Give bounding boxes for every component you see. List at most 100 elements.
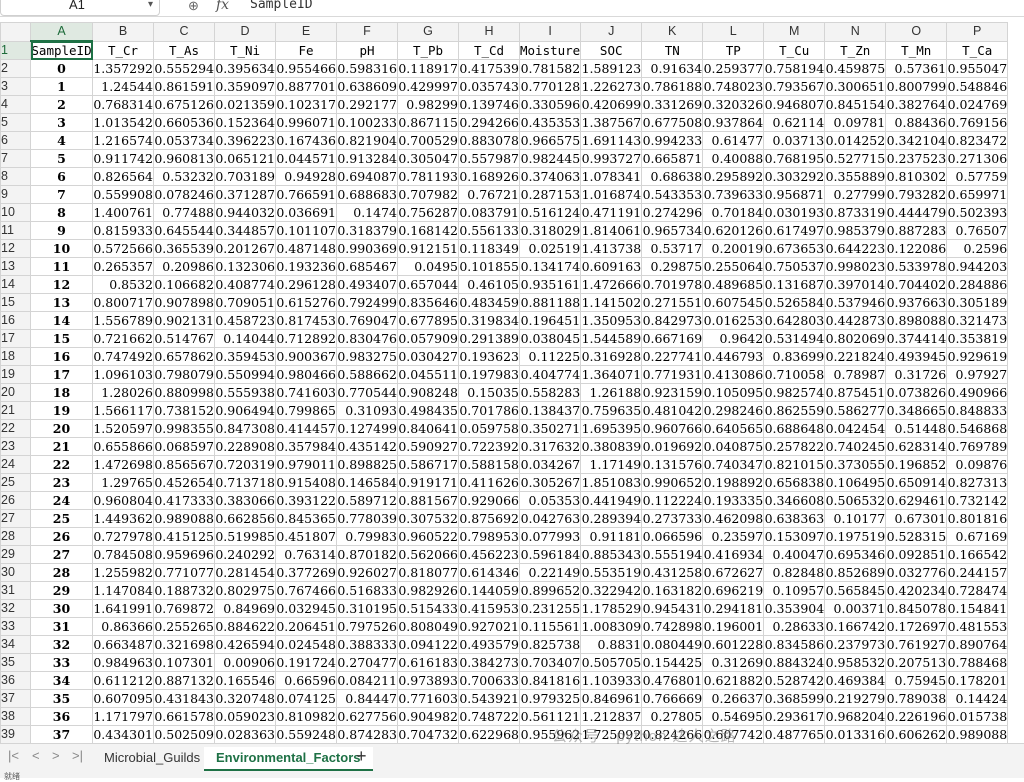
data-cell[interactable]: 0.420234	[885, 581, 948, 600]
data-cell[interactable]: 0.115561	[518, 617, 582, 636]
data-cell[interactable]: 0.481042	[641, 401, 704, 420]
sample-id-cell[interactable]: 37	[30, 725, 93, 743]
data-cell[interactable]: 0.118349	[458, 239, 520, 258]
data-cell[interactable]: 0.505705	[580, 653, 643, 672]
data-cell[interactable]: 1.212837	[580, 707, 643, 726]
data-cell[interactable]: 0.898088	[885, 311, 948, 330]
data-cell[interactable]: 0.483459	[458, 293, 520, 312]
data-cell[interactable]: 0.469384	[824, 671, 887, 690]
data-cell[interactable]: 0.426594	[214, 635, 276, 654]
data-cell[interactable]: 0.289394	[580, 509, 643, 528]
data-cell[interactable]: 0.021359	[214, 95, 276, 114]
data-cell[interactable]: 0.331269	[641, 95, 704, 114]
data-cell[interactable]: 0.701786	[458, 401, 520, 420]
data-cell[interactable]: 0.382764	[885, 95, 948, 114]
tab-microbial-guilds[interactable]: Microbial_Guilds	[92, 747, 212, 769]
sample-id-cell[interactable]: 36	[30, 707, 93, 726]
data-cell[interactable]: 0.531494	[763, 329, 826, 348]
data-cell[interactable]: 0.713718	[214, 473, 276, 492]
data-cell[interactable]: 0.03713	[763, 131, 826, 150]
data-cell[interactable]: 0.134174	[518, 257, 582, 276]
data-cell[interactable]: 0.373055	[824, 455, 887, 474]
data-cell[interactable]: 0.873319	[824, 203, 887, 222]
data-cell[interactable]: 0.620126	[702, 221, 765, 240]
data-cell[interactable]: 0.959696	[153, 545, 215, 564]
data-cell[interactable]: 0.546868	[946, 419, 1009, 438]
data-cell[interactable]: 0.292177	[336, 95, 398, 114]
data-cell[interactable]: 0.68638	[641, 167, 704, 186]
sample-id-cell[interactable]: 2	[30, 95, 93, 114]
data-cell[interactable]: 0.862559	[763, 401, 826, 420]
data-cell[interactable]: 0.122086	[885, 239, 948, 258]
data-cell[interactable]: 0.092851	[885, 545, 948, 564]
data-cell[interactable]: 0.516833	[336, 581, 398, 600]
data-cell[interactable]: 0.429997	[397, 77, 459, 96]
data-cell[interactable]: 1.449362	[92, 509, 154, 528]
data-cell[interactable]: 0.966575	[518, 131, 582, 150]
data-cell[interactable]: 0.841816	[518, 671, 582, 690]
zoom-icon[interactable]: ⊕	[188, 0, 199, 14]
data-cell[interactable]: 0.704732	[397, 725, 459, 743]
data-cell[interactable]: 1.016874	[580, 185, 643, 204]
data-cell[interactable]: 0.451807	[275, 527, 337, 546]
sample-id-cell[interactable]: 33	[30, 653, 93, 672]
data-cell[interactable]: 0.083791	[458, 203, 520, 222]
data-cell[interactable]: 0.802069	[824, 329, 887, 348]
data-cell[interactable]: 0.650914	[885, 473, 948, 492]
data-cell[interactable]: 0.998355	[153, 419, 215, 438]
data-cell[interactable]: 0.294181	[702, 599, 765, 618]
data-cell[interactable]: 0.053734	[153, 131, 215, 150]
data-cell[interactable]: 0.255064	[702, 257, 765, 276]
data-cell[interactable]: 0.303292	[763, 167, 826, 186]
data-cell[interactable]: 0.621882	[702, 671, 765, 690]
header-cell[interactable]: TP	[702, 40, 765, 60]
data-cell[interactable]: 1.851083	[580, 473, 643, 492]
data-cell[interactable]: 0.799865	[275, 401, 337, 420]
data-cell[interactable]: 0.83699	[763, 347, 826, 366]
data-cell[interactable]: 0.627756	[336, 707, 398, 726]
data-cell[interactable]: 0.384273	[458, 653, 520, 672]
data-cell[interactable]: 0.875451	[824, 383, 887, 402]
data-cell[interactable]: 0.82848	[763, 563, 826, 582]
row-number[interactable]: 38	[0, 707, 31, 726]
row-number[interactable]: 35	[0, 653, 31, 672]
data-cell[interactable]: 0.709051	[214, 293, 276, 312]
data-cell[interactable]: 0.644223	[824, 239, 887, 258]
data-cell[interactable]: 0.665871	[641, 149, 704, 168]
data-cell[interactable]: 0.034267	[518, 455, 582, 474]
data-cell[interactable]: 0.750537	[763, 257, 826, 276]
data-cell[interactable]: 0.493945	[885, 347, 948, 366]
data-cell[interactable]: 0.458723	[214, 311, 276, 330]
data-cell[interactable]: 0.944032	[214, 203, 276, 222]
data-cell[interactable]: 0.322942	[580, 581, 643, 600]
data-cell[interactable]: 0.165546	[214, 671, 276, 690]
data-cell[interactable]: 0.152364	[214, 113, 276, 132]
data-cell[interactable]: 1.147084	[92, 581, 154, 600]
data-cell[interactable]: 0.982445	[518, 149, 582, 168]
data-cell[interactable]: 0.493407	[336, 275, 398, 294]
tab-environmental-factors[interactable]: Environmental_Factors	[204, 747, 373, 771]
data-cell[interactable]: 1.400761	[92, 203, 154, 222]
data-cell[interactable]: 0.00906	[214, 653, 276, 672]
add-sheet-button[interactable]: +	[356, 746, 367, 767]
data-cell[interactable]: 0.413086	[702, 365, 765, 384]
data-cell[interactable]: 0.255265	[153, 617, 215, 636]
column-header-i[interactable]: I	[518, 22, 582, 42]
data-cell[interactable]: 0.219279	[824, 689, 887, 708]
data-cell[interactable]: 0.768195	[763, 149, 826, 168]
data-cell[interactable]: 0.10957	[763, 581, 826, 600]
data-cell[interactable]: 0.84969	[214, 599, 276, 618]
data-cell[interactable]: 0.935161	[518, 275, 582, 294]
data-cell[interactable]: 0.672627	[702, 563, 765, 582]
data-cell[interactable]: 0.02519	[518, 239, 582, 258]
row-number[interactable]: 25	[0, 473, 31, 492]
data-cell[interactable]: 0.890764	[946, 635, 1009, 654]
sample-id-cell[interactable]: 23	[30, 473, 93, 492]
data-cell[interactable]: 0.295892	[702, 167, 765, 186]
data-cell[interactable]: 0.84447	[336, 689, 398, 708]
data-cell[interactable]: 1.226273	[580, 77, 643, 96]
data-cell[interactable]: 0.856567	[153, 455, 215, 474]
data-cell[interactable]: 0.014252	[824, 131, 887, 150]
column-header-a[interactable]: A	[30, 22, 93, 42]
data-cell[interactable]: 0.515433	[397, 599, 459, 618]
